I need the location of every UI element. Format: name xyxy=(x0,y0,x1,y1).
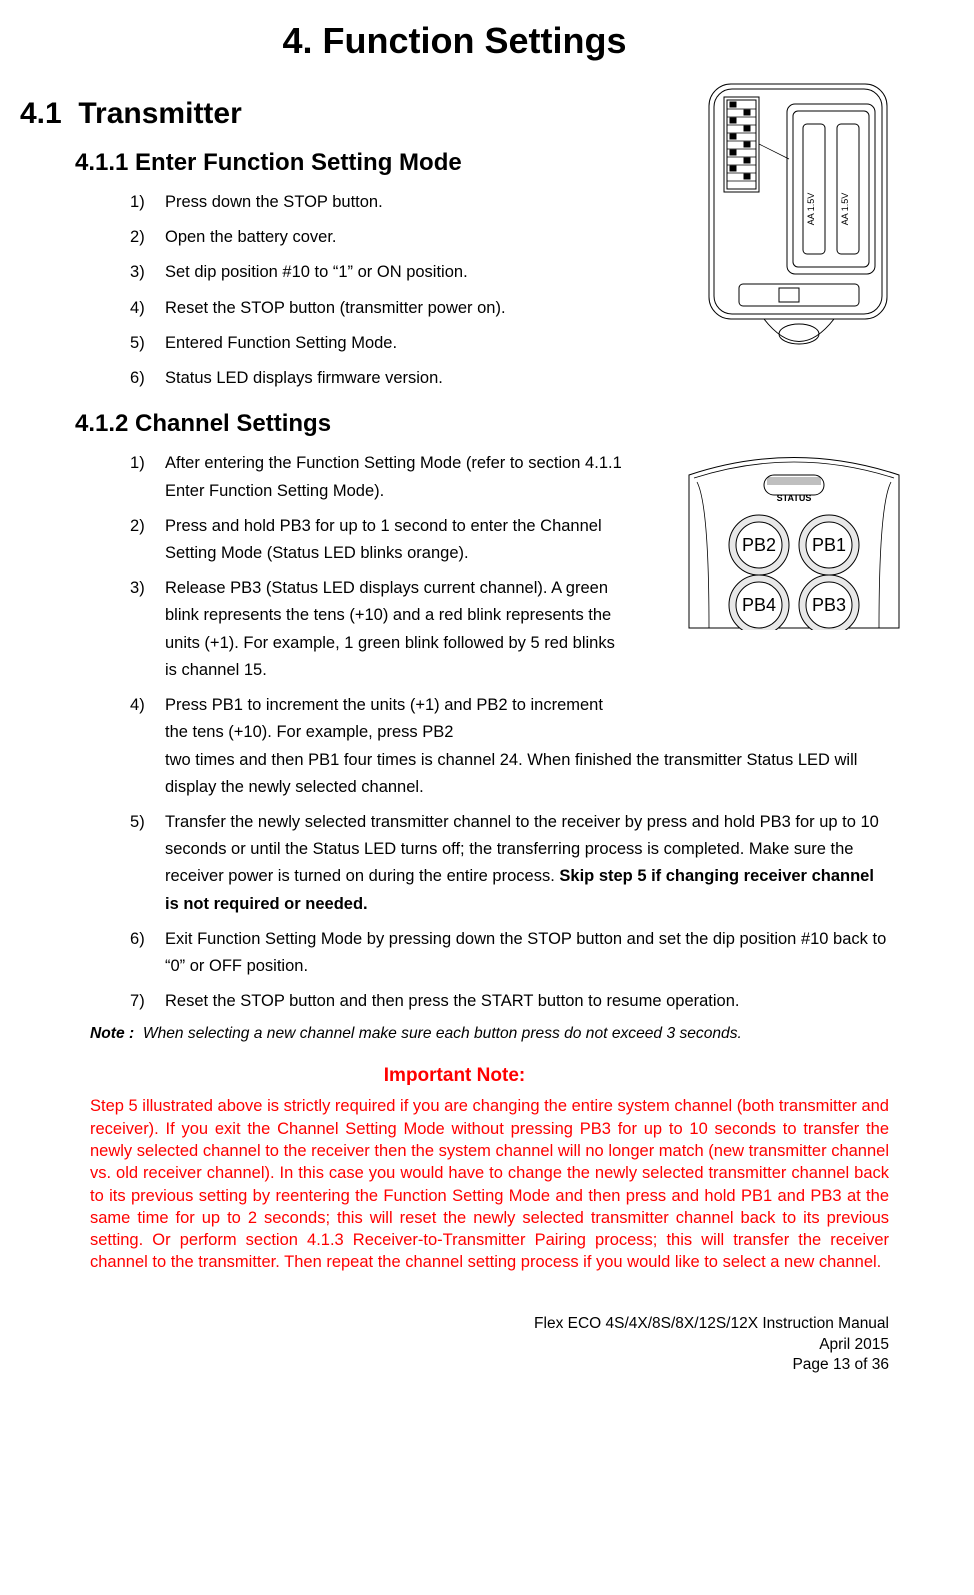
steps-list-412: After entering the Function Setting Mode… xyxy=(130,450,889,1015)
section-4-1-2-heading: 4.1.2 Channel Settings xyxy=(75,410,889,438)
page-title: 4. Function Settings xyxy=(20,20,889,62)
list-item: Reset the STOP button and then press the… xyxy=(130,988,889,1015)
list-item: Exit Function Setting Mode by pressing d… xyxy=(130,926,889,980)
list-item: Press down the STOP button. xyxy=(130,189,889,216)
section-4-1-number: 4.1 xyxy=(20,97,62,130)
important-note-heading: Important Note: xyxy=(20,1065,889,1087)
list-item: Set dip position #10 to “1” or ON positi… xyxy=(130,259,889,286)
list-item: Reset the STOP button (transmitter power… xyxy=(130,295,889,322)
list-item: Entered Function Setting Mode. xyxy=(130,330,889,357)
footer-doc-title: Flex ECO 4S/4X/8S/8X/12S/12X Instruction… xyxy=(20,1314,889,1335)
list-item: Open the battery cover. xyxy=(130,224,889,251)
list-item: Transfer the newly selected transmitter … xyxy=(130,809,889,918)
important-note-body: Step 5 illustrated above is strictly req… xyxy=(90,1095,889,1273)
list-item: After entering the Function Setting Mode… xyxy=(130,450,889,504)
list-item: Press and hold PB3 for up to 1 second to… xyxy=(130,513,889,567)
section-4-1-title: Transmitter xyxy=(78,97,241,130)
page-footer: Flex ECO 4S/4X/8S/8X/12S/12X Instruction… xyxy=(20,1314,889,1377)
footer-date: April 2015 xyxy=(20,1335,889,1356)
note-label: Note : xyxy=(90,1025,134,1042)
footer-page-number: Page 13 of 36 xyxy=(20,1355,889,1376)
note-text: When selecting a new channel make sure e… xyxy=(143,1025,742,1042)
list-item: Release PB3 (Status LED displays current… xyxy=(130,575,889,684)
list-item: Status LED displays firmware version. xyxy=(130,365,889,392)
note-line: Note : When selecting a new channel make… xyxy=(90,1025,889,1043)
list-item: Press PB1 to increment the units (+1) an… xyxy=(130,692,889,801)
